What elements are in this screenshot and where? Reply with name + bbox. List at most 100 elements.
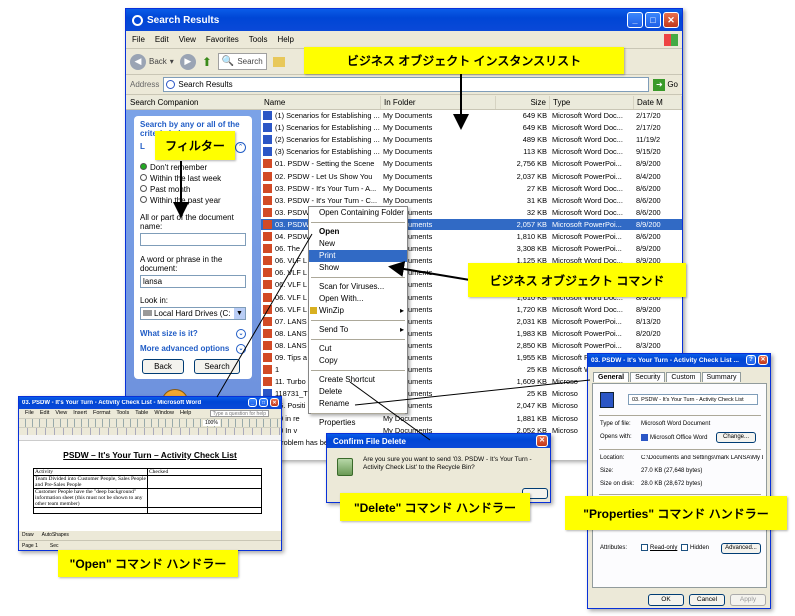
tab-security[interactable]: Security: [630, 372, 666, 382]
apply-button[interactable]: Apply: [730, 594, 766, 606]
close-button[interactable]: ✕: [536, 435, 548, 447]
menu-favorites[interactable]: Favorites: [206, 35, 239, 44]
hidden-checkbox[interactable]: Hidden: [681, 544, 709, 551]
radio-dont-remember[interactable]: Don't remember: [140, 163, 246, 174]
general-panel: 03. PSDW - It's Your Turn - Activity Che…: [592, 383, 767, 588]
table-row[interactable]: 03. PSDW - It's Your Turn - A... My Docum…: [261, 183, 682, 194]
search-submit-button[interactable]: Search: [194, 359, 240, 374]
menu-open[interactable]: Open: [309, 226, 407, 238]
advanced-label[interactable]: More advanced options ⌄: [140, 344, 246, 358]
table-row[interactable]: (2) Scenarios for Establishing ... My Doc…: [261, 134, 682, 145]
tab-summary[interactable]: Summary: [701, 372, 742, 382]
radio-last-week[interactable]: Within the last week: [140, 174, 246, 185]
cell-date: 8/20/20: [636, 328, 661, 338]
menu-properties[interactable]: Properties: [309, 417, 407, 429]
menu-table[interactable]: Table: [135, 409, 148, 418]
menu-rename[interactable]: Rename: [309, 398, 407, 410]
advanced-button[interactable]: Advanced...: [721, 543, 761, 554]
look-in-select[interactable]: Local Hard Drives (C: ▼: [140, 307, 246, 320]
back-search-button[interactable]: Back: [142, 359, 184, 374]
help-button[interactable]: ?: [746, 355, 756, 365]
table-row[interactable]: (3) Scenarios for Establishing ... My Doc…: [261, 146, 682, 157]
filename-field[interactable]: 03. PSDW - It's Your Turn - Activity Che…: [628, 394, 758, 405]
menu-new[interactable]: New: [309, 238, 407, 250]
col-date[interactable]: Date M: [634, 96, 682, 109]
forward-button[interactable]: ▶: [179, 53, 196, 70]
menu-help[interactable]: Help: [180, 409, 191, 418]
tab-general[interactable]: General: [593, 372, 630, 382]
explorer-titlebar[interactable]: Search Results _ □ ✕: [126, 9, 682, 31]
table-row[interactable]: (1) Scenarios for Establishing ... My Doc…: [261, 110, 682, 121]
maximize-button[interactable]: □: [259, 398, 268, 407]
draw-menu[interactable]: Draw: [22, 531, 34, 540]
menu-print[interactable]: Print: [309, 250, 407, 262]
col-size[interactable]: Size: [496, 96, 550, 109]
menu-help[interactable]: Help: [277, 35, 293, 44]
menu-scan-viruses[interactable]: Scan for Viruses...: [309, 281, 407, 293]
col-name[interactable]: Name: [261, 96, 381, 109]
minimize-button[interactable]: _: [627, 12, 643, 28]
close-button[interactable]: ✕: [663, 12, 679, 28]
menu-view[interactable]: View: [179, 35, 196, 44]
part-name-input[interactable]: [140, 233, 246, 246]
size-label[interactable]: What size is it? ⌄: [140, 329, 246, 339]
tab-custom[interactable]: Custom: [666, 372, 701, 382]
radio-past-month[interactable]: Past month: [140, 185, 246, 196]
address-input[interactable]: Search Results: [163, 77, 650, 92]
cancel-button[interactable]: Cancel: [689, 594, 725, 606]
menu-file[interactable]: File: [132, 35, 145, 44]
cell-size: 1,955 KB: [516, 353, 547, 362]
menu-tools[interactable]: Tools: [116, 409, 129, 418]
go-button[interactable]: ➜ Go: [653, 78, 678, 91]
cell-size: 2,756 KB: [516, 159, 547, 169]
menu-delete[interactable]: Delete: [309, 386, 407, 398]
confirm-titlebar[interactable]: Confirm File Delete ✕: [327, 434, 550, 448]
up-folder-icon[interactable]: ⬆: [202, 55, 212, 69]
phrase-input[interactable]: lansa: [140, 275, 246, 288]
cell-name: (1) Scenarios for Establishing ...: [261, 110, 381, 121]
close-button[interactable]: ✕: [270, 398, 279, 407]
ok-button[interactable]: OK: [648, 594, 684, 606]
cell-type: Microsoft Word Doc...: [552, 304, 623, 314]
menu-edit[interactable]: Edit: [155, 35, 169, 44]
menu-copy[interactable]: Copy: [309, 355, 407, 367]
change-button[interactable]: Change...: [716, 432, 756, 443]
menu-format[interactable]: Format: [93, 409, 110, 418]
menu-winzip[interactable]: WinZip ▸: [309, 305, 407, 317]
menu-view[interactable]: View: [55, 409, 67, 418]
help-box[interactable]: Type a question for help: [209, 410, 269, 417]
minimize-button[interactable]: _: [248, 398, 257, 407]
type-label: Type of file:: [600, 421, 631, 427]
menu-create-shortcut[interactable]: Create Shortcut: [309, 374, 407, 386]
menu-open-with[interactable]: Open With...: [309, 293, 407, 305]
col-folder[interactable]: In Folder: [381, 96, 496, 109]
maximize-button[interactable]: □: [645, 12, 661, 28]
collapse-icon[interactable]: ⌃: [235, 142, 246, 153]
zoom-select[interactable]: 100%: [203, 420, 220, 426]
menu-open-containing-folder[interactable]: Open Containing Folder: [309, 207, 407, 219]
cell-date: 8/6/200: [636, 207, 661, 217]
word-titlebar[interactable]: 03. PSDW - It's Your Turn - Activity Che…: [19, 397, 281, 409]
radio-past-year[interactable]: Within the past year: [140, 196, 246, 207]
back-button[interactable]: ◀ Back ▾: [130, 53, 174, 70]
menu-edit[interactable]: Edit: [40, 409, 49, 418]
menu-tools[interactable]: Tools: [249, 35, 268, 44]
cell-date: 8/9/200: [636, 159, 661, 169]
readonly-checkbox[interactable]: Read-only: [641, 544, 677, 551]
col-type[interactable]: Type: [550, 96, 634, 109]
table-row[interactable]: 02. PSDW - Let Us Show You My Documents 2,…: [261, 171, 682, 182]
table-row[interactable]: (1) Scenarios for Establishing ... My Doc…: [261, 122, 682, 133]
menu-window[interactable]: Window: [154, 409, 174, 418]
properties-titlebar[interactable]: 03. PSDW - It's Your Turn - Activity Che…: [588, 354, 770, 367]
search-button[interactable]: 🔍 Search: [217, 53, 267, 70]
menu-cut[interactable]: Cut: [309, 343, 407, 355]
table-row[interactable]: 01. PSDW - Setting the Scene My Documents…: [261, 158, 682, 169]
menu-file[interactable]: File: [25, 409, 34, 418]
menu-insert[interactable]: Insert: [73, 409, 87, 418]
table-row[interactable]: 03. PSDW - It's Your Turn - C...My Docum…: [261, 195, 682, 206]
folders-icon[interactable]: [272, 56, 285, 67]
menu-show[interactable]: Show: [309, 262, 407, 274]
close-button[interactable]: ✕: [758, 355, 768, 365]
autoshapes-menu[interactable]: AutoShapes: [42, 531, 69, 540]
menu-send-to[interactable]: Send To ▸: [309, 324, 407, 336]
